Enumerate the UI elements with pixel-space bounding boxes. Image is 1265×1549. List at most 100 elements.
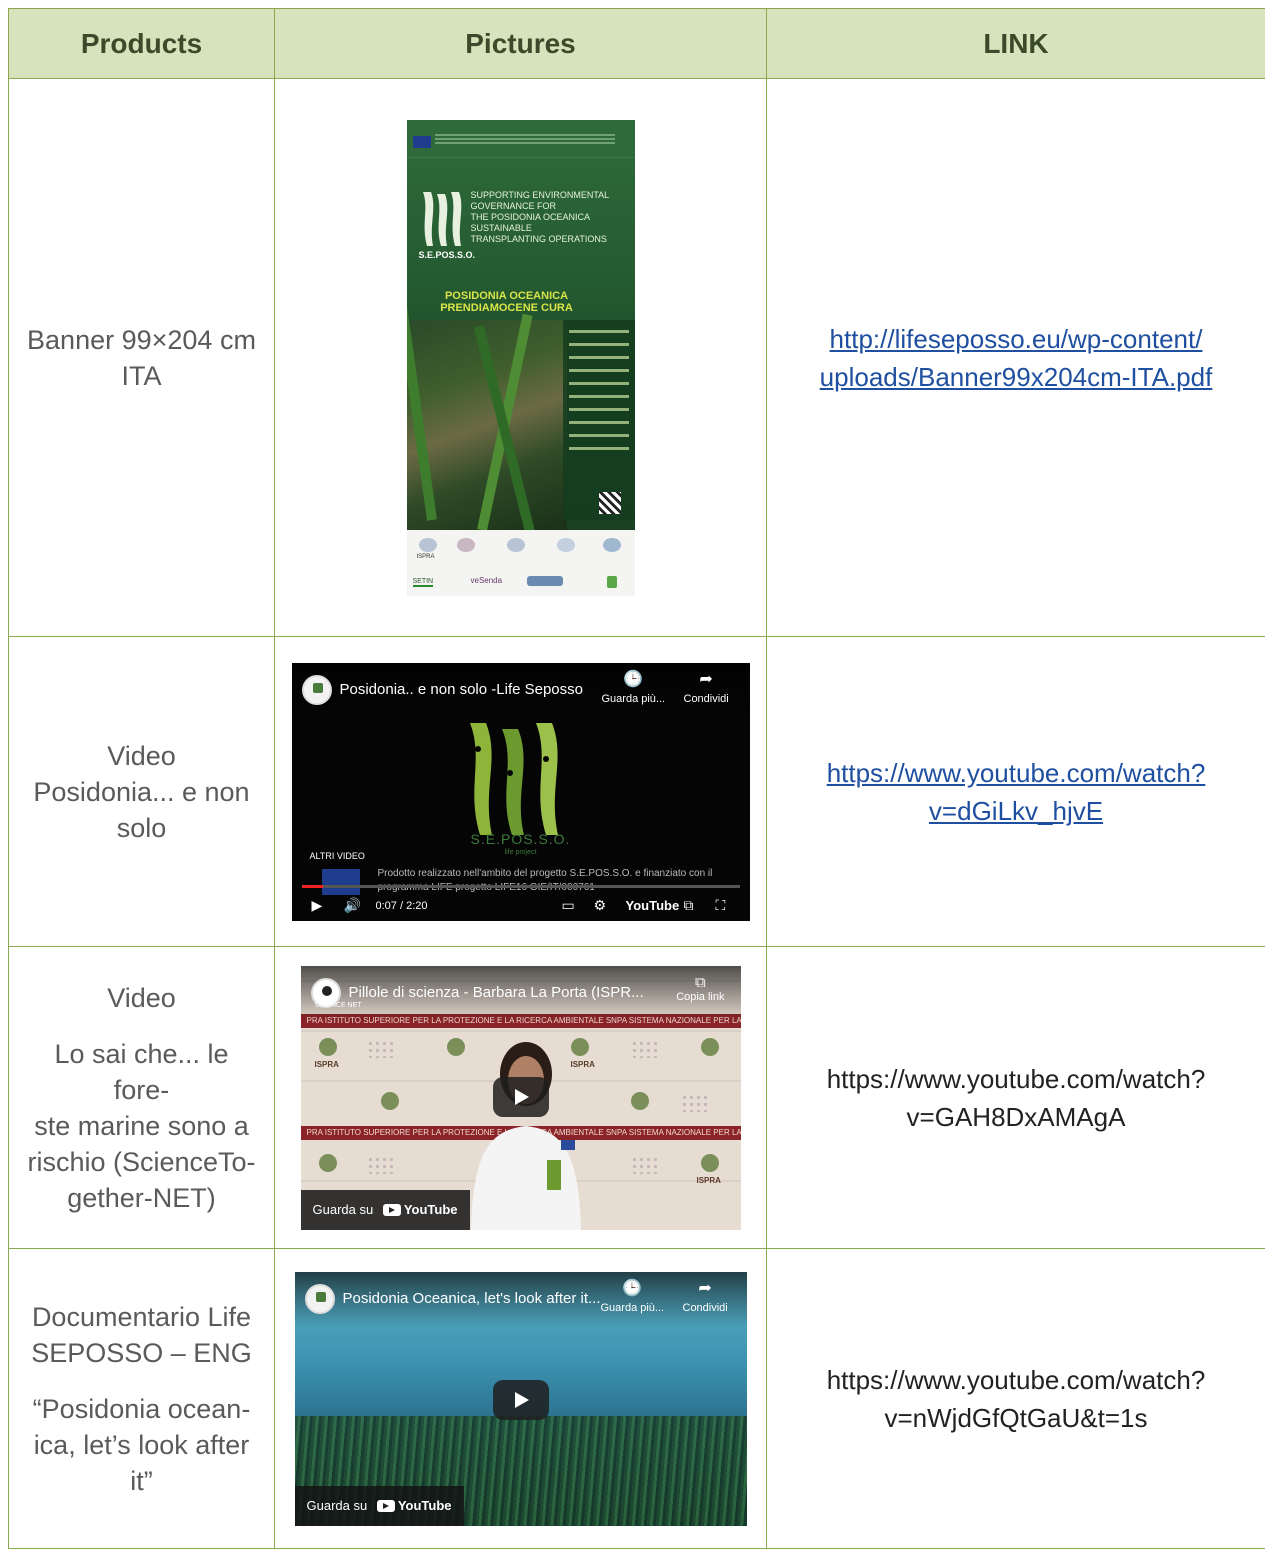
- video-player[interactable]: PRA ISTITUTO SUPERIORE PER LA PROTEZIONE…: [301, 966, 741, 1230]
- table-row: Banner 99×204 cm ITA S.E.POS.S.O. S: [9, 79, 1265, 637]
- banner-title-line: GOVERNANCE FOR: [471, 201, 631, 212]
- channel-name: SCIENCE NET: [315, 1002, 362, 1009]
- product-name: Documentario Life SEPOSSO – ENG: [25, 1299, 258, 1371]
- picture-cell: Posidonia Oceanica, let's look after it.…: [275, 1249, 767, 1549]
- share-icon: ➦: [683, 1280, 728, 1298]
- link-cell: https://www.youtube.com/watch? v=nWjdGfQ…: [767, 1249, 1265, 1549]
- watch-on-youtube-button[interactable]: Guarda su YouTube: [295, 1486, 464, 1526]
- captions-icon[interactable]: ▭: [562, 897, 575, 914]
- banner-subtitle-line: POSIDONIA OCEANICA: [427, 290, 587, 302]
- watch-later-button[interactable]: 🕒 Guarda più...: [602, 671, 666, 705]
- play-icon[interactable]: ▶: [312, 897, 323, 914]
- copy-link-button[interactable]: ⧉ Copia link: [676, 974, 724, 1003]
- video-title[interactable]: Posidonia Oceanica, let's look after it.…: [343, 1290, 601, 1307]
- share-button[interactable]: ➦ Condividi: [684, 671, 729, 705]
- product-type: Video: [25, 980, 258, 1016]
- ispra-seal-icon: [701, 1038, 719, 1056]
- banner-header-strip: [407, 120, 635, 158]
- copy-icon: ⧉: [676, 974, 724, 991]
- link-cell: https://www.youtube.com/watch? v=GAH8DxA…: [767, 947, 1265, 1249]
- picture-cell: PRA ISTITUTO SUPERIORE PER LA PROTEZIONE…: [275, 947, 767, 1249]
- header-link: LINK: [767, 9, 1265, 79]
- video-title[interactable]: Posidonia.. e non solo -Life Seposso: [340, 681, 584, 698]
- header-pictures: Pictures: [275, 9, 767, 79]
- logo-text: S.E.POS.S.O.: [292, 831, 750, 847]
- partner-label: SETIN: [413, 578, 434, 587]
- time-display: 0:07 / 2:20: [376, 900, 428, 912]
- table-row: Video Posidonia... e non solo Posidonia.…: [9, 637, 1265, 947]
- ispra-seal-icon: [631, 1092, 649, 1110]
- partner-label: veSenda: [471, 576, 503, 585]
- snpa-logo-icon: [681, 1094, 707, 1112]
- product-name-line: Video: [25, 738, 258, 774]
- product-cell: Documentario Life SEPOSSO – ENG “Posidon…: [9, 1249, 275, 1549]
- play-button[interactable]: [493, 1077, 549, 1117]
- eu-flag-icon: [413, 136, 431, 148]
- banner-title-line: THE POSIDONIA OCEANICA: [471, 212, 631, 223]
- wall-label: ISPRA: [697, 1176, 721, 1185]
- partner-logo: [607, 576, 617, 588]
- banner-image[interactable]: S.E.POS.S.O. SUPPORTING ENVIRONMENTAL GO…: [407, 120, 635, 596]
- product-name-line: solo: [25, 810, 258, 846]
- banner-text-panel: [563, 320, 635, 520]
- banner-header-text: [435, 134, 615, 136]
- ispra-seal-icon: [319, 1154, 337, 1172]
- seposso-logo-icon: [419, 190, 469, 248]
- channel-avatar-icon[interactable]: [302, 675, 332, 705]
- banner-title: SUPPORTING ENVIRONMENTAL GOVERNANCE FOR …: [471, 190, 631, 245]
- snpa-logo-icon: [631, 1156, 657, 1174]
- banner-title-line: TRANSPLANTING OPERATIONS: [471, 234, 631, 245]
- table-row: Documentario Life SEPOSSO – ENG “Posidon…: [9, 1249, 1265, 1549]
- partner-logo: [457, 538, 475, 552]
- banner-title-line: SUPPORTING ENVIRONMENTAL: [471, 190, 631, 201]
- youtube-icon: [383, 1204, 401, 1216]
- channel-avatar-icon[interactable]: [305, 1284, 335, 1314]
- volume-icon[interactable]: 🔊: [344, 897, 361, 914]
- progress-fill: [302, 885, 324, 888]
- partner-logo: [527, 576, 563, 586]
- product-cell: Video Lo sai che... le fore- ste marine …: [9, 947, 275, 1249]
- share-button[interactable]: ➦ Condividi: [683, 1280, 728, 1314]
- play-button[interactable]: [493, 1380, 549, 1420]
- wall-label: ISPRA: [315, 1060, 339, 1069]
- cast-icon[interactable]: ⧉: [684, 897, 694, 914]
- product-name: Banner 99×204 cm ITA: [25, 322, 258, 394]
- seposso-logo-icon: [462, 719, 572, 837]
- header-row: Products Pictures LINK: [9, 9, 1265, 79]
- video-player[interactable]: Posidonia Oceanica, let's look after it.…: [295, 1272, 747, 1526]
- video-title[interactable]: Pillole di scienza - Barbara La Porta (I…: [349, 984, 644, 1001]
- more-videos-label[interactable]: ALTRI VIDEO: [310, 851, 365, 861]
- partner-label: ISPRA: [417, 554, 435, 560]
- link-cell: https://www.youtube.com/watch? v=dGiLkv_…: [767, 637, 1265, 947]
- header-products: Products: [9, 9, 275, 79]
- banner-seagrass-photo: [407, 320, 567, 530]
- snpa-logo-icon: [367, 1156, 393, 1174]
- products-table: Products Pictures LINK Banner 99×204 cm …: [8, 8, 1265, 1549]
- youtube-logo[interactable]: YouTube: [626, 898, 680, 913]
- watch-on-youtube-button[interactable]: Guarda su YouTube: [301, 1190, 470, 1230]
- presenter-figure: [461, 1030, 591, 1230]
- banner-link[interactable]: http://lifeseposso.eu/wp-content/ upload…: [820, 324, 1213, 392]
- banner-partner-logos: ISPRA SETIN veSenda: [407, 530, 635, 596]
- banner-brand: S.E.POS.S.O.: [419, 250, 476, 260]
- table-row: Video Lo sai che... le fore- ste marine …: [9, 947, 1265, 1249]
- banner-subtitle: POSIDONIA OCEANICA PRENDIAMOCENE CURA: [427, 290, 587, 314]
- banner-subtitle-line: PRENDIAMOCENE CURA: [427, 302, 587, 314]
- watch-later-button[interactable]: 🕒 Guarda più...: [601, 1280, 665, 1314]
- picture-cell: Posidonia.. e non solo -Life Seposso 🕒 G…: [275, 637, 767, 947]
- partner-logo: [603, 538, 621, 552]
- clock-icon: 🕒: [602, 671, 666, 689]
- settings-gear-icon[interactable]: ⚙: [594, 897, 607, 914]
- video-link[interactable]: https://www.youtube.com/watch? v=dGiLkv_…: [827, 758, 1206, 826]
- progress-bar[interactable]: [302, 885, 740, 888]
- product-name-line: Posidonia... e non: [25, 774, 258, 810]
- snpa-logo-icon: [631, 1040, 657, 1058]
- fullscreen-icon[interactable]: ⛶: [716, 897, 726, 914]
- video-player[interactable]: Posidonia.. e non solo -Life Seposso 🕒 G…: [292, 663, 750, 921]
- player-controls: ▶ 🔊 0:07 / 2:20 ▭ ⚙ YouTube ⧉ ⛶: [292, 891, 750, 921]
- banner-title-line: SUSTAINABLE: [471, 223, 631, 234]
- product-subtitle: “Posidonia ocean- ica, let’s look after …: [25, 1391, 258, 1499]
- product-name: Lo sai che... le fore- ste marine sono a…: [25, 1036, 258, 1216]
- product-cell: Video Posidonia... e non solo: [9, 637, 275, 947]
- ispra-seal-icon: [381, 1092, 399, 1110]
